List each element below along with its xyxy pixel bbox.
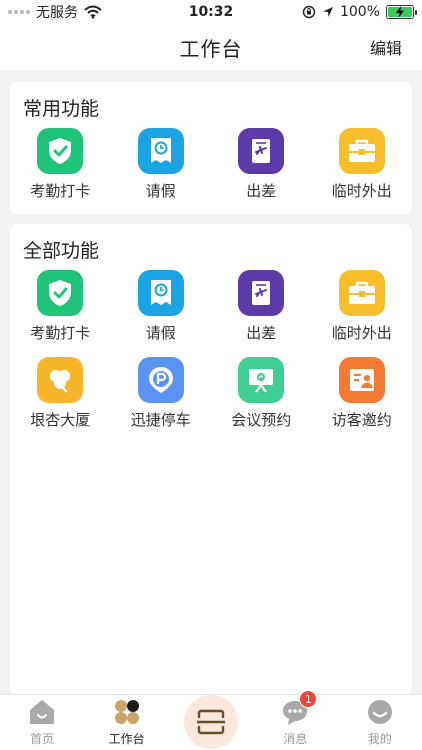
rotation-lock-icon (302, 5, 316, 19)
grid-item-parking[interactable]: 迅捷停车 (111, 357, 212, 430)
grid-item-temporary-outing[interactable]: 临时外出 (312, 270, 413, 343)
grid-item-visitor-invite[interactable]: 访客邀约 (312, 357, 413, 430)
grid-item-temporary-outing[interactable]: 临时外出 (312, 128, 413, 201)
status-right: 100% (302, 4, 417, 20)
nav-bar: 工作台 编辑 (0, 24, 422, 70)
clock-document-icon (137, 128, 184, 174)
carrier-label: 无服务 (36, 5, 78, 21)
status-left: 无服务 (8, 2, 102, 22)
check-shield-icon (37, 128, 84, 174)
airplane-ticket-icon (238, 128, 285, 174)
home-icon (30, 700, 55, 724)
tab-bar: 首页 工作台 1 消息 我的 (0, 690, 422, 750)
ginkgo-leaf-icon (37, 357, 84, 403)
battery-percent: 100% (339, 4, 380, 20)
location-arrow-icon (322, 7, 333, 17)
workbench-icon (114, 700, 139, 724)
edit-button[interactable]: 编辑 (370, 35, 402, 59)
unread-badge: 1 (299, 690, 318, 708)
profile-face-icon (367, 700, 392, 724)
airplane-ticket-icon (238, 270, 285, 316)
common-functions-card: 常用功能 考勤打卡 请假 出差 临时外出 (10, 82, 412, 214)
clock-document-icon (137, 270, 184, 316)
toolbox-icon (338, 128, 385, 174)
grid-item-attendance[interactable]: 考勤打卡 (10, 270, 111, 343)
tab-scan[interactable] (169, 693, 253, 749)
tab-mine[interactable]: 我的 (338, 698, 422, 747)
status-bar: 无服务 10:32 100% (0, 0, 422, 24)
grid-item-business-trip[interactable]: 出差 (211, 128, 312, 201)
grid-item-building[interactable]: 垠杏大厦 (10, 357, 111, 430)
tab-home[interactable]: 首页 (0, 698, 84, 747)
visitor-card-icon (338, 357, 385, 403)
section-title: 常用功能 (23, 98, 100, 120)
grid-item-attendance[interactable]: 考勤打卡 (10, 128, 111, 201)
grid-item-leave[interactable]: 请假 (111, 128, 212, 201)
tab-messages[interactable]: 1 消息 (253, 690, 337, 747)
wifi-icon (84, 5, 102, 19)
page-title: 工作台 (179, 36, 243, 61)
all-grid: 考勤打卡 请假 出差 临时外出 垠杏大厦 迅捷停车 会议预约 访客邀约 (10, 270, 412, 430)
check-shield-icon (37, 270, 84, 316)
presentation-board-icon (238, 357, 285, 403)
battery-icon (386, 5, 417, 19)
scan-icon (196, 709, 225, 735)
grid-item-business-trip[interactable]: 出差 (211, 270, 312, 343)
section-title: 全部功能 (23, 240, 100, 262)
all-functions-card: 全部功能 考勤打卡 请假 出差 临时外出 垠杏大厦 迅捷停车 会议预约 访客邀约 (10, 224, 412, 696)
tab-workbench[interactable]: 工作台 (85, 698, 169, 747)
scan-button[interactable] (183, 695, 238, 749)
signal-icon (8, 10, 30, 14)
toolbox-icon (338, 270, 385, 316)
grid-item-leave[interactable]: 请假 (111, 270, 212, 343)
parking-pin-icon (137, 357, 184, 403)
grid-item-meeting-booking[interactable]: 会议预约 (211, 357, 312, 430)
common-grid: 考勤打卡 请假 出差 临时外出 (10, 128, 412, 201)
